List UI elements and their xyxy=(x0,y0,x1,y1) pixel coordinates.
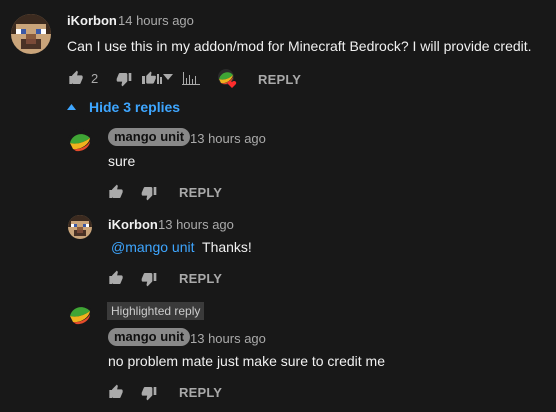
chevron-down-icon[interactable] xyxy=(163,72,173,82)
reply-text: @mango unit Thanks! xyxy=(111,239,252,255)
sort-icon[interactable] xyxy=(141,70,163,86)
avatar-ikorbon[interactable] xyxy=(68,215,92,239)
reply-author-badge[interactable]: mango unit xyxy=(108,328,191,346)
hide-replies-button[interactable]: Hide 3 replies xyxy=(89,99,180,115)
comment-author[interactable]: iKorbon xyxy=(67,13,117,28)
reply-button[interactable]: REPLY xyxy=(258,72,301,87)
thumbs-down-icon[interactable] xyxy=(141,185,157,201)
reply-text: sure xyxy=(108,153,136,169)
reply-text: no problem mate just make sure to credit… xyxy=(108,353,386,369)
thumbs-down-icon[interactable] xyxy=(141,271,157,287)
chevron-up-icon[interactable] xyxy=(67,103,77,111)
thumbs-up-icon[interactable] xyxy=(108,270,124,286)
creator-heart-icon xyxy=(217,68,239,90)
avatar-ikorbon[interactable] xyxy=(11,14,51,54)
reply-time[interactable]: 13 hours ago xyxy=(158,217,234,232)
reply-time[interactable]: 13 hours ago xyxy=(190,331,266,346)
reply-author-badge[interactable]: mango unit xyxy=(108,128,191,146)
comment-text: Can I use this in my addon/mod for Minec… xyxy=(67,38,532,54)
reply-text-body: Thanks! xyxy=(202,239,252,255)
avatar-mango-unit[interactable] xyxy=(68,302,92,326)
comment-time[interactable]: 14 hours ago xyxy=(118,13,194,28)
reply-author[interactable]: iKorbon xyxy=(108,217,158,232)
thumbs-up-icon[interactable] xyxy=(108,184,124,200)
thumbs-down-icon[interactable] xyxy=(116,71,132,87)
like-count: 2 xyxy=(91,71,99,86)
thumbs-up-icon[interactable] xyxy=(68,70,84,86)
reply-button[interactable]: REPLY xyxy=(179,185,222,200)
thumbs-up-icon[interactable] xyxy=(108,384,124,400)
reply-button[interactable]: REPLY xyxy=(179,271,222,286)
avatar-mango-unit[interactable] xyxy=(68,129,92,153)
thumbs-down-icon[interactable] xyxy=(141,385,157,401)
reply-time[interactable]: 13 hours ago xyxy=(190,131,266,146)
highlighted-reply-badge: Highlighted reply xyxy=(107,302,205,320)
mention-link[interactable]: @mango unit xyxy=(111,239,194,255)
chart-icon[interactable] xyxy=(182,70,200,86)
reply-button[interactable]: REPLY xyxy=(179,385,222,400)
